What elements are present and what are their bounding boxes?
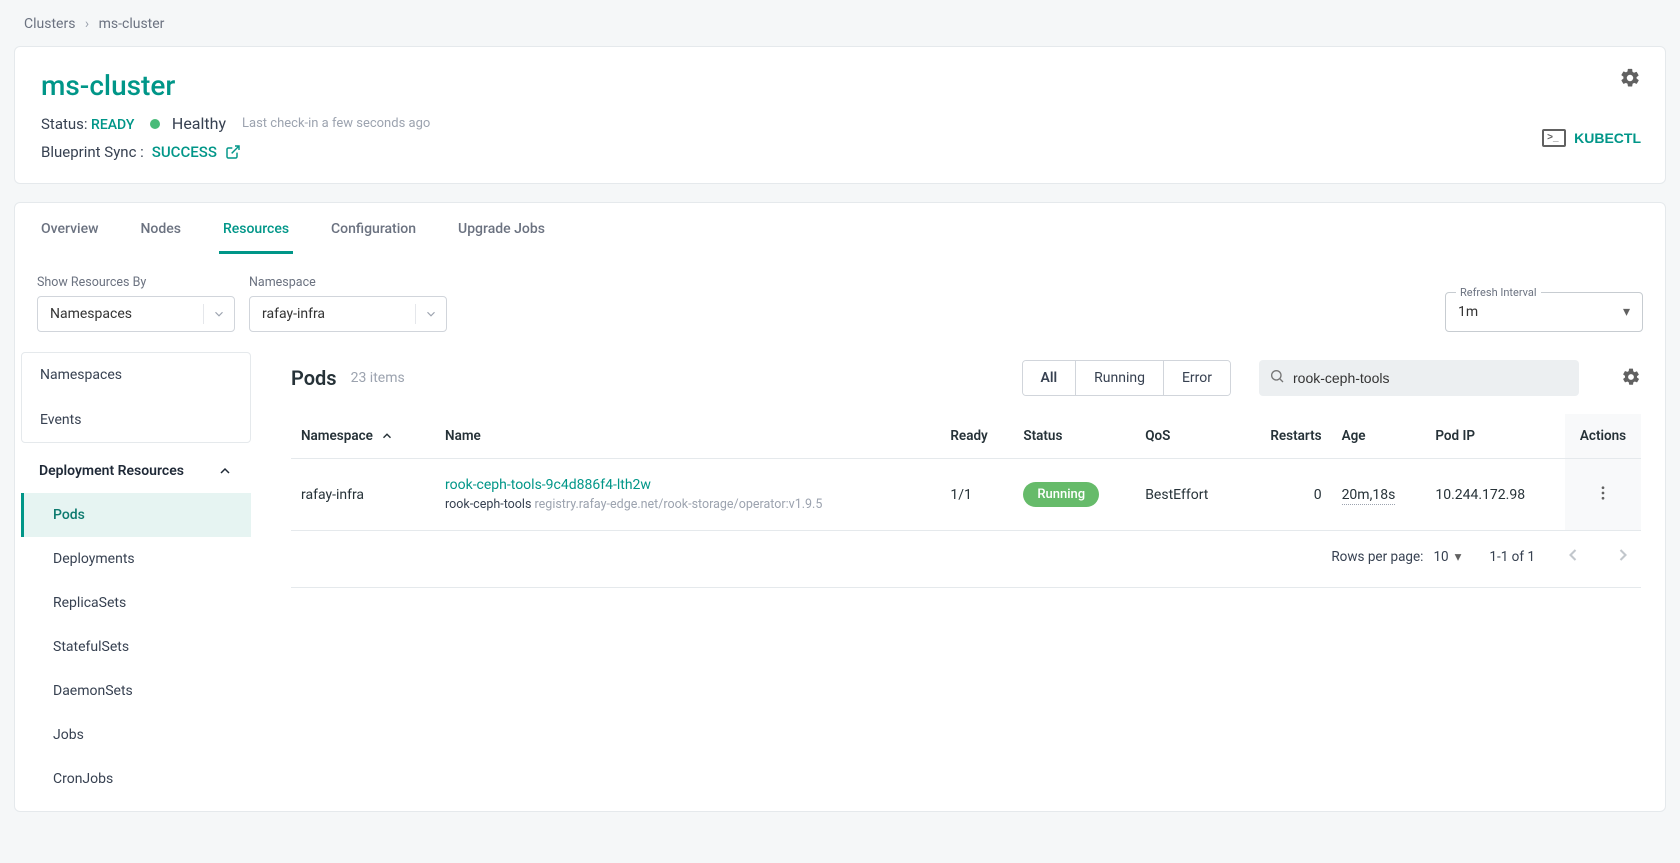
tab-overview[interactable]: Overview bbox=[37, 203, 102, 254]
tab-nodes[interactable]: Nodes bbox=[136, 203, 184, 254]
next-page-button[interactable] bbox=[1613, 545, 1633, 569]
chevron-down-icon bbox=[415, 304, 438, 324]
sidebar-item-deployments[interactable]: Deployments bbox=[21, 537, 251, 581]
sidebar-item-cronjobs[interactable]: CronJobs bbox=[21, 757, 251, 801]
show-resources-by-label: Show Resources By bbox=[37, 275, 235, 290]
sidebar-category-deployment-resources[interactable]: Deployment Resources bbox=[21, 449, 251, 493]
page-range: 1-1 of 1 bbox=[1489, 549, 1535, 565]
search-input[interactable] bbox=[1259, 360, 1579, 396]
cell-namespace: rafay-infra bbox=[291, 459, 435, 531]
more-vertical-icon bbox=[1594, 484, 1612, 502]
status-filter-running[interactable]: Running bbox=[1075, 361, 1163, 395]
kubectl-label: KUBECTL bbox=[1574, 130, 1641, 146]
status-filter-error[interactable]: Error bbox=[1163, 361, 1230, 395]
open-external-icon[interactable] bbox=[225, 144, 241, 160]
chevron-down-icon bbox=[203, 304, 226, 324]
status-badge: Running bbox=[1023, 482, 1099, 507]
status-filter-all[interactable]: All bbox=[1023, 361, 1076, 395]
col-namespace[interactable]: Namespace bbox=[291, 414, 435, 459]
table-settings-button[interactable] bbox=[1621, 367, 1641, 390]
row-actions-button[interactable] bbox=[1594, 484, 1612, 505]
tab-resources[interactable]: Resources bbox=[219, 203, 293, 254]
status-value: READY bbox=[91, 117, 134, 133]
breadcrumb-parent[interactable]: Clusters bbox=[24, 16, 75, 32]
col-status[interactable]: Status bbox=[1013, 414, 1135, 459]
tabs: Overview Nodes Resources Configuration U… bbox=[15, 203, 1665, 255]
cluster-title: ms-cluster bbox=[41, 69, 1639, 102]
col-ready[interactable]: Ready bbox=[940, 414, 1013, 459]
panel-item-count: 23 items bbox=[351, 370, 405, 386]
pods-table: Namespace Name Ready Status QoS Restarts… bbox=[291, 414, 1641, 531]
sidebar-item-pods[interactable]: Pods bbox=[21, 493, 251, 537]
rows-per-page-select[interactable]: 10 ▾ bbox=[1433, 549, 1461, 565]
sidebar-item-jobs[interactable]: Jobs bbox=[21, 713, 251, 757]
search-icon bbox=[1269, 368, 1285, 388]
col-qos[interactable]: QoS bbox=[1135, 414, 1241, 459]
namespace-value: rafay-infra bbox=[262, 306, 325, 322]
sidebar-item-namespaces[interactable]: Namespaces bbox=[22, 353, 250, 397]
namespace-select[interactable]: rafay-infra bbox=[249, 296, 447, 332]
cell-podip: 10.244.172.98 bbox=[1425, 459, 1565, 531]
table-row: rafay-infra rook-ceph-tools-9c4d886f4-lt… bbox=[291, 459, 1641, 531]
refresh-interval-value: 1m bbox=[1458, 304, 1478, 320]
prev-page-button[interactable] bbox=[1563, 545, 1583, 569]
cell-restarts: 0 bbox=[1241, 459, 1332, 531]
main-card: Overview Nodes Resources Configuration U… bbox=[14, 202, 1666, 812]
dropdown-triangle-icon: ▾ bbox=[1623, 304, 1630, 320]
rows-per-page-label: Rows per page: bbox=[1331, 549, 1423, 565]
breadcrumb: Clusters › ms-cluster bbox=[14, 8, 1666, 46]
show-resources-by-select[interactable]: Namespaces bbox=[37, 296, 235, 332]
cluster-header-card: ms-cluster Status: READY Healthy Last ch… bbox=[14, 46, 1666, 184]
tab-upgrade-jobs[interactable]: Upgrade Jobs bbox=[454, 203, 549, 254]
health-text: Healthy bbox=[172, 114, 226, 133]
col-actions: Actions bbox=[1565, 414, 1641, 459]
cell-ready: 1/1 bbox=[940, 459, 1013, 531]
status-label: Status: bbox=[41, 115, 88, 133]
chevron-left-icon bbox=[1563, 545, 1583, 565]
blueprint-sync-label: Blueprint Sync : bbox=[41, 143, 144, 161]
gear-icon bbox=[1621, 367, 1641, 387]
breadcrumb-separator-icon: › bbox=[85, 16, 89, 32]
chevron-up-icon bbox=[217, 463, 233, 479]
breadcrumb-current: ms-cluster bbox=[99, 16, 165, 32]
kubectl-button[interactable]: KUBECTL bbox=[1542, 129, 1641, 147]
sidebar-item-daemonsets[interactable]: DaemonSets bbox=[21, 669, 251, 713]
sidebar-item-events[interactable]: Events bbox=[22, 397, 250, 442]
sidebar-item-statefulsets[interactable]: StatefulSets bbox=[21, 625, 251, 669]
resources-sidebar: Namespaces Events Deployment Resources P… bbox=[15, 342, 251, 811]
panel-title: Pods bbox=[291, 366, 337, 390]
sidebar-item-replicasets[interactable]: ReplicaSets bbox=[21, 581, 251, 625]
dropdown-triangle-icon: ▾ bbox=[1455, 549, 1462, 565]
namespace-label: Namespace bbox=[249, 275, 447, 290]
col-restarts[interactable]: Restarts bbox=[1241, 414, 1332, 459]
cluster-settings-button[interactable] bbox=[1619, 67, 1641, 89]
col-name[interactable]: Name bbox=[435, 414, 940, 459]
refresh-interval-select[interactable]: Refresh Interval 1m ▾ bbox=[1445, 292, 1643, 332]
health-dot-icon bbox=[150, 119, 160, 129]
pod-name-link[interactable]: rook-ceph-tools-9c4d886f4-lth2w bbox=[445, 477, 930, 493]
sort-asc-icon bbox=[380, 429, 394, 443]
last-checkin-text: Last check-in a few seconds ago bbox=[242, 116, 430, 131]
blueprint-sync-value[interactable]: SUCCESS bbox=[152, 143, 217, 161]
show-resources-by-value: Namespaces bbox=[50, 306, 132, 322]
sidebar-category-label: Deployment Resources bbox=[39, 463, 184, 479]
col-age[interactable]: Age bbox=[1332, 414, 1426, 459]
terminal-icon bbox=[1542, 129, 1566, 147]
pod-container-name: rook-ceph-tools bbox=[445, 497, 531, 512]
chevron-right-icon bbox=[1613, 545, 1633, 565]
cell-age: 20m,18s bbox=[1342, 487, 1396, 505]
refresh-interval-label: Refresh Interval bbox=[1456, 286, 1541, 299]
pod-image: registry.rafay-edge.net/rook-storage/ope… bbox=[535, 497, 823, 512]
cell-qos: BestEffort bbox=[1135, 459, 1241, 531]
status-filter-group: All Running Error bbox=[1022, 360, 1231, 396]
tab-configuration[interactable]: Configuration bbox=[327, 203, 420, 254]
gear-icon bbox=[1619, 67, 1641, 89]
col-podip[interactable]: Pod IP bbox=[1425, 414, 1565, 459]
